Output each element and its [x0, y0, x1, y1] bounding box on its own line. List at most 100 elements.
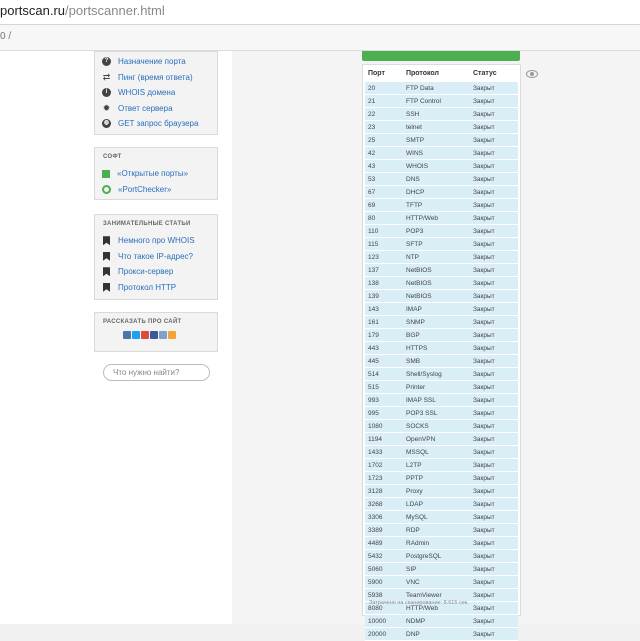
- article-link-label: Протокол HTTP: [118, 282, 177, 292]
- cell-status: Закрыт: [470, 250, 518, 264]
- table-row: 5900 VNC Закрыт: [365, 575, 518, 589]
- panel-title: Занимательные статьи: [103, 221, 191, 227]
- share-panel: Рассказать про сайт: [94, 312, 218, 352]
- cell-protocol: VNC: [403, 575, 470, 589]
- cell-port: 443: [365, 341, 403, 355]
- table-row: 42 WINS Закрыт: [365, 146, 518, 160]
- cell-status: Закрыт: [470, 224, 518, 238]
- soft-panel: Софт «Открытые порты» «PortChecker»: [94, 147, 218, 200]
- cell-port: 23: [365, 120, 403, 134]
- cell-port: 21: [365, 94, 403, 108]
- cell-port: 1433: [365, 445, 403, 459]
- cell-protocol: NDMP: [403, 614, 470, 628]
- cell-status: Закрыт: [470, 393, 518, 407]
- header-port: Порт: [368, 70, 385, 77]
- cell-protocol: FTP Control: [403, 94, 470, 108]
- table-row: 1080 SOCKS Закрыт: [365, 419, 518, 433]
- address-bar[interactable]: portscan.ru/portscanner.html: [0, 0, 640, 25]
- cell-protocol: DHCP: [403, 185, 470, 199]
- cell-protocol: telnet: [403, 120, 470, 134]
- cell-protocol: SSH: [403, 107, 470, 121]
- soft-link-portchecker[interactable]: «PortChecker»: [95, 182, 217, 198]
- article-link-label: Что такое IP-адрес?: [118, 251, 193, 261]
- cell-protocol: WINS: [403, 146, 470, 160]
- cell-port: 445: [365, 354, 403, 368]
- cell-port: 67: [365, 185, 403, 199]
- cell-port: 995: [365, 406, 403, 420]
- site-search-input[interactable]: Что нужно найти?: [103, 364, 210, 381]
- nav-link-get-request[interactable]: ◍ GET запрос браузера: [95, 116, 217, 132]
- question-icon: ?: [102, 57, 111, 67]
- cell-status: Закрыт: [470, 575, 518, 589]
- cell-port: 69: [365, 198, 403, 212]
- table-row: 20 FTP Data Закрыт: [365, 82, 518, 95]
- table-row: 3389 RDP Закрыт: [365, 523, 518, 537]
- cell-protocol: IMAP: [403, 302, 470, 316]
- cell-port: 110: [365, 224, 403, 238]
- soft-link-open-ports[interactable]: «Открытые порты»: [95, 166, 217, 182]
- cell-port: 5060: [365, 562, 403, 576]
- table-row: 5432 PostgreSQL Закрыт: [365, 549, 518, 563]
- cell-port: 514: [365, 367, 403, 381]
- vk-icon[interactable]: [123, 331, 131, 339]
- cell-status: Закрыт: [470, 315, 518, 329]
- scan-time-note: Затрачено на сканирование: 8.615 сек.: [369, 600, 469, 606]
- odnoklassniki-icon[interactable]: [168, 331, 176, 339]
- cell-status: Закрыт: [470, 432, 518, 446]
- cell-status: Закрыт: [470, 159, 518, 173]
- article-link[interactable]: Протокол HTTP: [95, 280, 217, 296]
- article-link[interactable]: Немного про WHOIS: [95, 233, 217, 249]
- bookmark-fragment[interactable]: 0 /: [0, 31, 11, 42]
- table-row: 138 NetBIOS Закрыт: [365, 276, 518, 290]
- bookmarks-bar: 0 /: [0, 25, 640, 51]
- table-row: 22 SSH Закрыт: [365, 107, 518, 121]
- article-link[interactable]: Прокси-сервер: [95, 264, 217, 280]
- url-text[interactable]: portscan.ru/portscanner.html: [0, 3, 165, 18]
- cell-protocol: DNS: [403, 172, 470, 186]
- table-row: 514 Shell/Syslog Закрыт: [365, 367, 518, 381]
- cell-port: 115: [365, 237, 403, 251]
- cell-status: Закрыт: [470, 146, 518, 160]
- cell-status: Закрыт: [470, 354, 518, 368]
- cell-port: 22: [365, 107, 403, 121]
- cell-port: 5900: [365, 575, 403, 589]
- nav-link-port-purpose[interactable]: ? Назначение порта: [95, 54, 217, 70]
- cell-port: 3306: [365, 510, 403, 524]
- header-status: Статус: [473, 70, 497, 77]
- google-plus-icon[interactable]: [141, 331, 149, 339]
- article-link[interactable]: Что такое IP-адрес?: [95, 249, 217, 265]
- table-row: 43 WHOIS Закрыт: [365, 159, 518, 173]
- cell-status: Закрыт: [470, 510, 518, 524]
- table-row: 115 SFTP Закрыт: [365, 237, 518, 251]
- nav-link-whois[interactable]: i WHOIS домена: [95, 85, 217, 101]
- cell-port: 4489: [365, 536, 403, 550]
- nav-link-server-response[interactable]: ✹ Ответ сервера: [95, 101, 217, 117]
- facebook-icon[interactable]: [150, 331, 158, 339]
- cell-protocol: PPTP: [403, 471, 470, 485]
- table-row: 5060 SIP Закрыт: [365, 562, 518, 576]
- cell-protocol: SNMP: [403, 315, 470, 329]
- nav-link-label: Пинг (время ответа): [118, 72, 193, 82]
- nav-link-label: WHOIS домена: [118, 88, 176, 98]
- table-row: 110 POP3 Закрыт: [365, 224, 518, 238]
- table-row: 25 SMTP Закрыт: [365, 133, 518, 147]
- livejournal-icon[interactable]: [159, 331, 167, 339]
- windows-icon: [102, 169, 110, 178]
- eye-icon[interactable]: [526, 70, 538, 78]
- cell-port: 123: [365, 250, 403, 264]
- share-buttons: [95, 331, 217, 339]
- cell-status: Закрыт: [470, 406, 518, 420]
- table-row: 3306 MySQL Закрыт: [365, 510, 518, 524]
- url-path: /portscanner.html: [65, 3, 165, 18]
- table-header-row: Порт Протокол Статус: [365, 65, 518, 82]
- page-content: ? Назначение порта ⇄ Пинг (время ответа)…: [0, 51, 640, 641]
- cell-protocol: SMB: [403, 354, 470, 368]
- cell-protocol: SIP: [403, 562, 470, 576]
- nav-link-ping[interactable]: ⇄ Пинг (время ответа): [95, 70, 217, 86]
- cell-status: Закрыт: [470, 328, 518, 342]
- scan-button[interactable]: [362, 51, 520, 61]
- gear-icon: ✹: [102, 102, 111, 113]
- bookmark-icon: [103, 267, 110, 277]
- table-row: 1723 PPTP Закрыт: [365, 471, 518, 485]
- twitter-icon[interactable]: [132, 331, 140, 339]
